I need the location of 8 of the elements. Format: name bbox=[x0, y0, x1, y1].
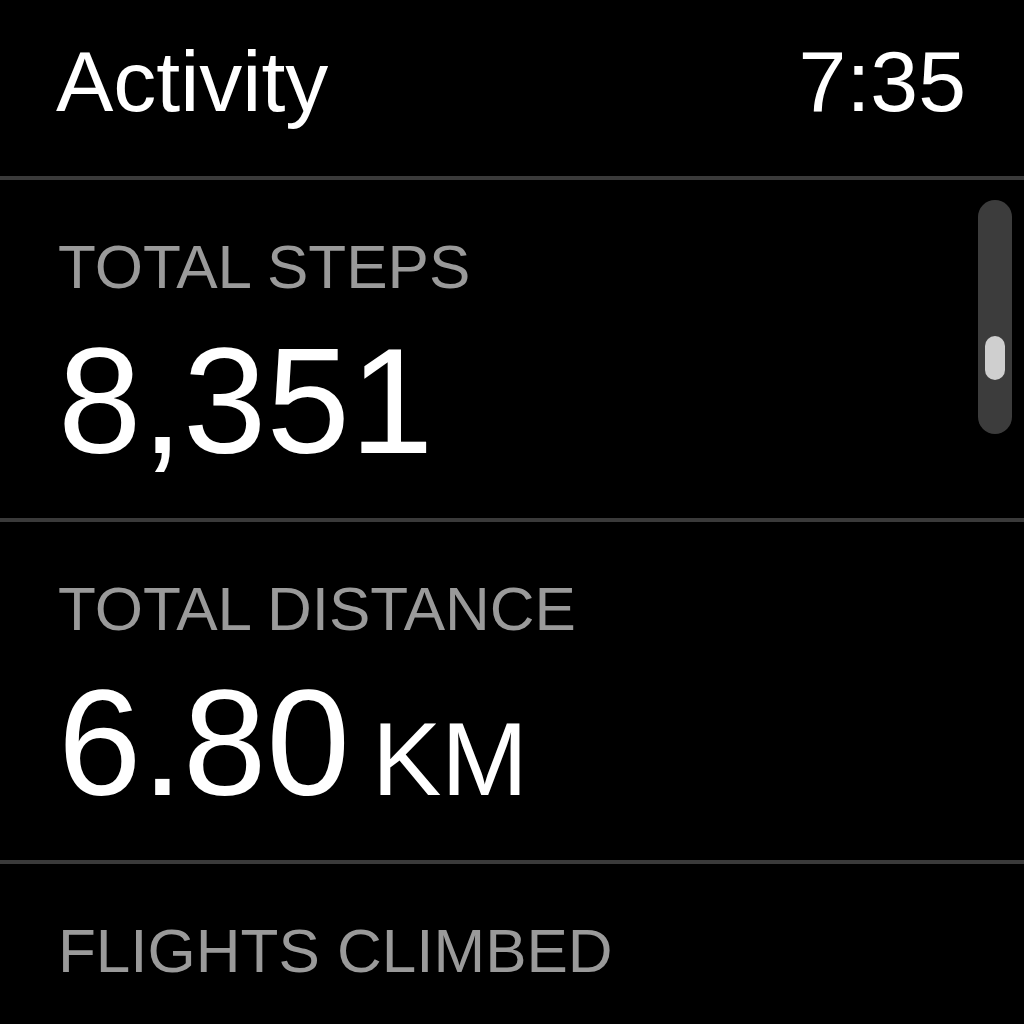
app-title: Activity bbox=[56, 32, 329, 131]
clock-time: 7:35 bbox=[798, 32, 966, 131]
metric-label: TOTAL STEPS bbox=[58, 236, 472, 298]
metric-label: TOTAL DISTANCE bbox=[58, 578, 577, 640]
metric-label: FLIGHTS CLIMBED bbox=[58, 920, 614, 982]
metric-value: 6.80 bbox=[58, 668, 350, 818]
metric-value: 8,351 bbox=[58, 326, 434, 476]
metric-unit: KM bbox=[371, 707, 528, 811]
